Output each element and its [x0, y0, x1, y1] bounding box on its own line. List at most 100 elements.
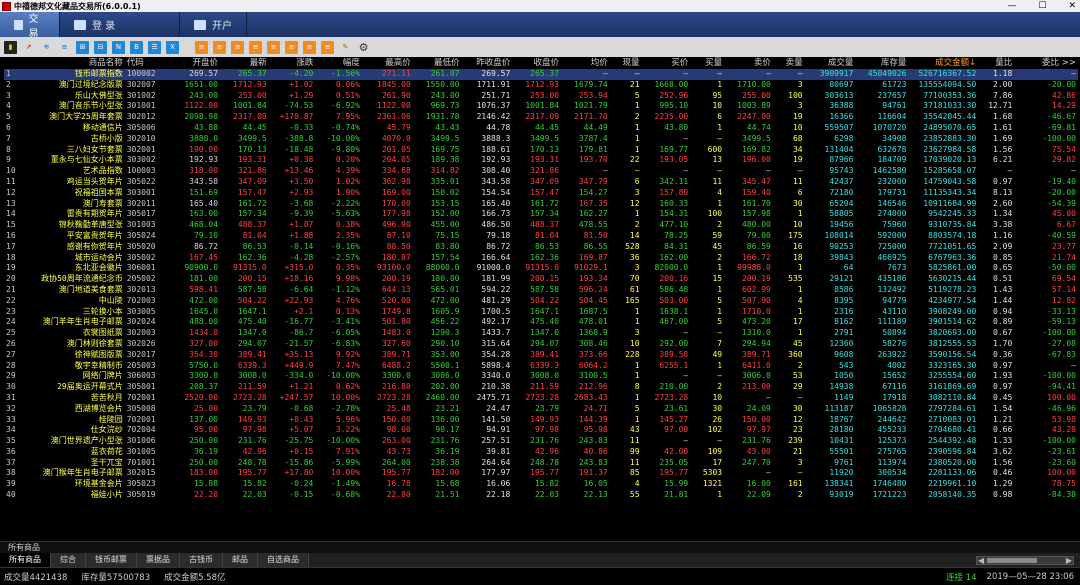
table-row[interactable]: 6 移动通信片 305006 43.88 44.45 -0.33 -0.74% 45.79 43… — [4, 123, 1078, 134]
column-header[interactable]: 最低价 — [412, 57, 462, 69]
table-row[interactable]: 26 澳门林则徐套票 302026 327.00 294.07 -21.57 -6.83% 3… — [4, 339, 1078, 350]
table-row[interactable]: 2 澳门过境纪念版票 302007 1651.00 1712.93 +1.02 0.06% 1… — [4, 80, 1078, 91]
table-row[interactable]: 11 鸡运当头贺年片 305022 343.58 347.09 +3.50 1.02% 362… — [4, 177, 1078, 188]
table-row[interactable]: 3 乐山大佛型张 301002 243.00 253.00 +1.29 0.51% 261.9… — [4, 91, 1078, 102]
column-header[interactable]: 幅度 — [315, 57, 362, 69]
table-row[interactable]: 36 蓝衣荷花 301005 36.19 42.96 +0.15 7.91% 43.73 36.… — [4, 447, 1078, 458]
table-row[interactable]: 29 网络门牌片 306003 3300.0 3008.0 -334.0 -10.00% 33… — [4, 371, 1078, 382]
table-row[interactable]: 1 钱币邮票指数 100002 269.57 265.37 -4.20 -1.56% 271.… — [4, 69, 1078, 80]
column-header[interactable]: 委比 >> — [1014, 57, 1078, 69]
depth-icon[interactable]: ≋ — [40, 41, 53, 54]
table-row[interactable]: 33 桂陵园 702001 137.00 149.93 +8.43 5.96% 150.00 1… — [4, 415, 1078, 426]
toolbar-orange-btn-7[interactable]: ≡ — [303, 40, 316, 54]
table-row[interactable]: 5 澳门大学25周年套票 302012 2098.98 2317.09 +170.87 7.… — [4, 112, 1078, 123]
column-header[interactable]: 卖价 — [724, 57, 773, 69]
toolbar-orange-btn-6[interactable]: ≡ — [285, 40, 298, 54]
column-header[interactable]: 现量 — [609, 57, 642, 69]
column-header[interactable]: 开盘价 — [169, 57, 221, 69]
edit-icon[interactable]: ✎ — [339, 41, 352, 54]
table-row[interactable]: 27 徐神赋图版票 302017 354.30 389.41 +35.13 9.92% 389… — [4, 350, 1078, 361]
column-header[interactable]: 收盘价 — [512, 57, 562, 69]
column-header[interactable]: 成交量 — [804, 57, 856, 69]
table-row[interactable]: 8 三八妇女节套票 302001 190.00 170.13 -18.48 -9.80% 20… — [4, 145, 1078, 156]
tab-notes[interactable]: 票据品 — [137, 553, 180, 567]
table-row[interactable]: 38 澳门猴年生肖电子邮票 302015 183.00 195.77 +17.80 10.0… — [4, 468, 1078, 479]
column-header[interactable]: 商品名称 — [29, 57, 125, 69]
column-header[interactable]: 买量 — [690, 57, 725, 69]
menu-icon[interactable]: ≡ — [58, 41, 71, 54]
toolbar-orange-btn-8[interactable]: ≡ — [321, 40, 334, 54]
column-header[interactable]: 均价 — [561, 57, 610, 69]
table-row[interactable]: 4 澳门音乐节小型张 301001 1122.00 1001.84 -74.53 -6.92… — [4, 101, 1078, 112]
tab-ancient-coins[interactable]: 古钱币 — [180, 553, 223, 567]
toolbar-btn-1[interactable]: ⊞ — [76, 40, 89, 54]
toolbar-orange-btn-2[interactable]: ≡ — [213, 40, 226, 54]
table-row[interactable]: 34 仕女浣纱 702004 95.00 97.98 +5.07 3.22% 98.00 90.… — [4, 425, 1078, 436]
scroll-right-icon[interactable]: ▶ — [1066, 556, 1072, 565]
toolbar-btn-2[interactable]: ⊟ — [94, 40, 107, 54]
table-row[interactable]: 25 衣裳图纸票 302003 1434.0 1347.0 -86.7 -6.05% 1483… — [4, 328, 1078, 339]
column-header[interactable]: 昨收盘价 — [461, 57, 513, 69]
toolbar-btn-5[interactable]: ☰ — [148, 40, 161, 54]
scroll-thumb[interactable] — [987, 558, 1037, 563]
tab-comprehensive[interactable]: 综合 — [51, 553, 86, 567]
table-row[interactable]: 35 澳门世界遗产小型张 301006 250.00 231.76 -25.75 -10.0… — [4, 436, 1078, 447]
horizontal-scrollbar[interactable]: ◀ ▶ — [976, 556, 1074, 565]
toolbar-orange-btn-5[interactable]: ≡ — [267, 40, 280, 54]
toolbar-btn-6[interactable]: X — [166, 40, 179, 54]
column-header[interactable]: 量比 — [978, 57, 1015, 69]
tab-all-goods[interactable]: 所有商品 — [0, 553, 51, 567]
bar-chart-icon[interactable]: ▮ — [4, 40, 17, 54]
tab-favorites[interactable]: 自选商品 — [258, 553, 309, 567]
table-row[interactable]: 7 古桥小版 302010 3888.0 3499.5 -388.8 -10.00% 4070… — [4, 134, 1078, 145]
table-row[interactable]: 19 东北亚会徽片 306001 90900.0 91315.0 +315.0 0.35% 9… — [4, 263, 1078, 274]
table-row[interactable]: 20 政协50周年流通纪念币 205002 181.00 200.15 +18.16 9.9… — [4, 274, 1078, 285]
table-row[interactable]: 22 中山陵 702003 472.00 504.22 +22.93 4.76% 520.00… — [4, 296, 1078, 307]
table-row[interactable]: 21 澳门地道美食套票 302013 598.41 587.58 -6.64 -1.12% 6… — [4, 285, 1078, 296]
toolbar-orange-btn-3[interactable]: ≡ — [231, 40, 244, 54]
toolbar-orange-btn-4[interactable]: ≡ — [249, 40, 262, 54]
column-header[interactable]: 买价 — [641, 57, 691, 69]
close-button[interactable]: ✕ — [1068, 1, 1076, 11]
maximize-button[interactable]: ☐ — [1038, 1, 1046, 11]
table-row[interactable]: 10 艺术品指数 100003 318.00 321.86 +13.46 4.39% 334.… — [4, 166, 1078, 177]
table-cell: 1668.00 — [654, 79, 689, 89]
column-header[interactable]: 涨跌 — [268, 57, 316, 69]
column-header[interactable]: 代码 — [124, 57, 170, 69]
table-row[interactable]: 32 西湖博览会片 305008 25.00 23.79 -0.68 -2.78% 25.48… — [4, 404, 1078, 415]
table-row[interactable]: 30 29届奥运开幕式片 305001 208.37 211.59 +1.21 0.62% 2… — [4, 382, 1078, 393]
toolbar-btn-4[interactable]: B — [130, 40, 143, 54]
tab-open-account[interactable]: 开户 — [180, 12, 247, 37]
column-header[interactable]: 卖量 — [772, 57, 805, 69]
table-row[interactable]: 14 雷贵有期贺年片 305017 163.00 157.34 -9.39 -5.63% 17… — [4, 209, 1078, 220]
table-row[interactable]: 37 圣干兀宝 701001 250.00 248.78 -15.86 -5.99% 264.… — [4, 458, 1078, 469]
table-row[interactable]: 13 澳门寿套票 302011 165.40 161.72 -3.68 -2.22% 170.… — [4, 199, 1078, 210]
tab-coins-stamps[interactable]: 钱币邮票 — [86, 553, 137, 567]
toolbar-orange-btn-1[interactable]: ≡ — [195, 40, 208, 54]
table-row[interactable]: 9 董永与七仙女小本票 303002 192.93 193.31 +0.38 0.20% 20… — [4, 155, 1078, 166]
column-header[interactable]: 成交金额↓ — [908, 57, 979, 69]
table-row[interactable]: 40 福娃小片 305019 22.20 22.03 -0.15 -0.68% 22.80 21… — [4, 490, 1078, 501]
table-row[interactable]: 24 澳门羊年生肖电子邮票 302024 488.00 475.40 -16.77 -3.4… — [4, 317, 1078, 328]
line-chart-icon[interactable]: ↗ — [22, 41, 35, 54]
table-row[interactable]: 39 环境基金会片 305023 15.88 15.82 -0.24 -1.49% 16.78… — [4, 479, 1078, 490]
table-row[interactable]: 16 平安富贵贺年片 305024 79.10 81.04 +1.88 2.35% 87.10… — [4, 231, 1078, 242]
toolbar-btn-3[interactable]: N — [112, 40, 125, 54]
table-row[interactable]: 31 苦苦秋月 702001 2520.00 2723.28 +247.57 10.00% 2… — [4, 393, 1078, 404]
column-header[interactable]: 最新 — [220, 57, 269, 69]
column-header[interactable]: 最高价 — [361, 57, 413, 69]
table-row[interactable]: 15 锦秋鞠勤革唐型张 301003 468.04 488.37 +1.87 0.38% 49… — [4, 220, 1078, 231]
table-cell: 10 — [792, 122, 803, 132]
table-row[interactable]: 18 城市运动会片 305002 167.45 162.36 -4.28 -2.57% 180… — [4, 253, 1078, 264]
minimize-button[interactable]: — — [1007, 1, 1016, 11]
tab-login[interactable]: 登 录 — [60, 12, 180, 37]
column-header[interactable]: 库存量 — [855, 57, 909, 69]
scroll-left-icon[interactable]: ◀ — [978, 556, 984, 565]
gear-icon[interactable]: ⚙ — [357, 41, 370, 54]
table-row[interactable]: 28 敬宇幸精制币 205003 5750.0 6339.3 +449.9 7.47% 648… — [4, 361, 1078, 372]
tab-trade[interactable]: 交 易 — [0, 12, 60, 40]
table-row[interactable]: 17 感谢有你贺年片 305020 86.72 86.53 -0.14 -0.16% 88.5… — [4, 242, 1078, 253]
table-row[interactable]: 12 祝福祖国本票 303001 151.69 157.47 +2.93 1.90% 169.… — [4, 188, 1078, 199]
table-row[interactable]: 23 三轮换小本 303005 1645.0 1647.1 +2.1 0.13% 1749.8… — [4, 307, 1078, 318]
tab-stamps[interactable]: 邮品 — [223, 553, 258, 567]
